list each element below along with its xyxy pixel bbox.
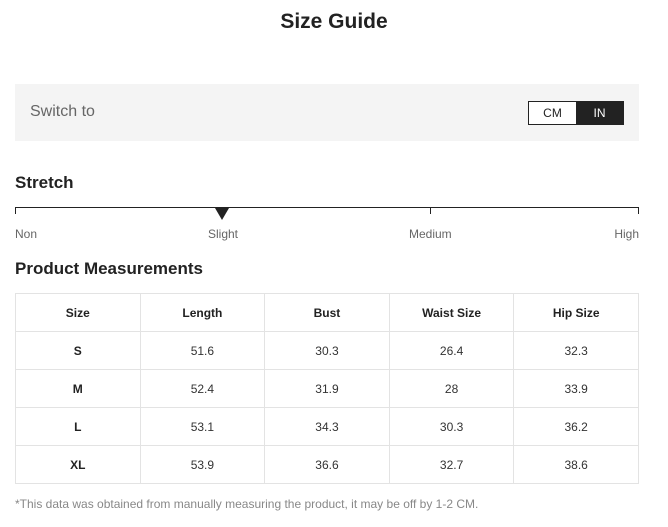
column-header: Size — [15, 293, 141, 332]
bust-cell: 30.3 — [264, 331, 390, 370]
column-header: Hip Size — [513, 293, 639, 332]
hip-cell: 38.6 — [513, 445, 639, 484]
waist-cell: 28 — [388, 369, 515, 408]
waist-cell: 30.3 — [388, 407, 515, 446]
size-cell: S — [15, 331, 141, 370]
size-cell: L — [15, 407, 141, 446]
switch-label: Switch to — [30, 103, 95, 120]
size-cell: XL — [15, 445, 141, 484]
column-header: Waist Size — [388, 293, 515, 332]
unit-cm-button[interactable]: CM — [529, 102, 576, 124]
stretch-tick-high — [638, 207, 639, 214]
measurements-heading: Product Measurements — [15, 259, 203, 278]
column-header: Length — [139, 293, 266, 332]
stretch-tick-medium — [430, 207, 431, 214]
bust-cell: 31.9 — [264, 369, 390, 408]
waist-cell: 26.4 — [388, 331, 515, 370]
waist-cell: 32.7 — [388, 445, 515, 484]
page-title: Size Guide — [280, 10, 388, 33]
unit-switch-bar: Switch to CM IN — [15, 84, 639, 141]
bust-cell: 34.3 — [264, 407, 390, 446]
column-header: Bust — [264, 293, 390, 332]
table-row: M 52.4 31.9 28 33.9 — [15, 369, 639, 408]
table-row: L 53.1 34.3 30.3 36.2 — [15, 407, 639, 446]
stretch-scale-line — [15, 207, 639, 208]
measurements-table: Size Length Bust Waist Size Hip Size S 5… — [15, 293, 639, 484]
hip-cell: 36.2 — [513, 407, 639, 446]
stretch-label-medium: Medium — [409, 227, 452, 241]
stretch-label-non: Non — [15, 227, 38, 241]
table-row: S 51.6 30.3 26.4 32.3 — [15, 331, 639, 370]
table-header-row: Size Length Bust Waist Size Hip Size — [15, 293, 639, 332]
stretch-labels: Non Slight Medium High — [15, 227, 639, 243]
length-cell: 51.6 — [139, 331, 266, 370]
bust-cell: 36.6 — [264, 445, 390, 484]
length-cell: 53.9 — [139, 445, 266, 484]
measurement-note: *This data was obtained from manually me… — [15, 497, 479, 511]
unit-in-button[interactable]: IN — [576, 102, 623, 124]
stretch-scale — [15, 207, 639, 220]
unit-toggle: CM IN — [528, 101, 624, 125]
table-row: XL 53.9 36.6 32.7 38.6 — [15, 445, 639, 484]
size-cell: M — [15, 369, 141, 408]
stretch-label-slight: Slight — [208, 227, 239, 241]
hip-cell: 33.9 — [513, 369, 639, 408]
length-cell: 52.4 — [139, 369, 266, 408]
stretch-tick-non — [15, 207, 16, 214]
stretch-heading: Stretch — [15, 173, 74, 192]
stretch-label-high: High — [614, 227, 639, 241]
length-cell: 53.1 — [139, 407, 266, 446]
stretch-marker-icon — [215, 208, 229, 220]
hip-cell: 32.3 — [513, 331, 639, 370]
